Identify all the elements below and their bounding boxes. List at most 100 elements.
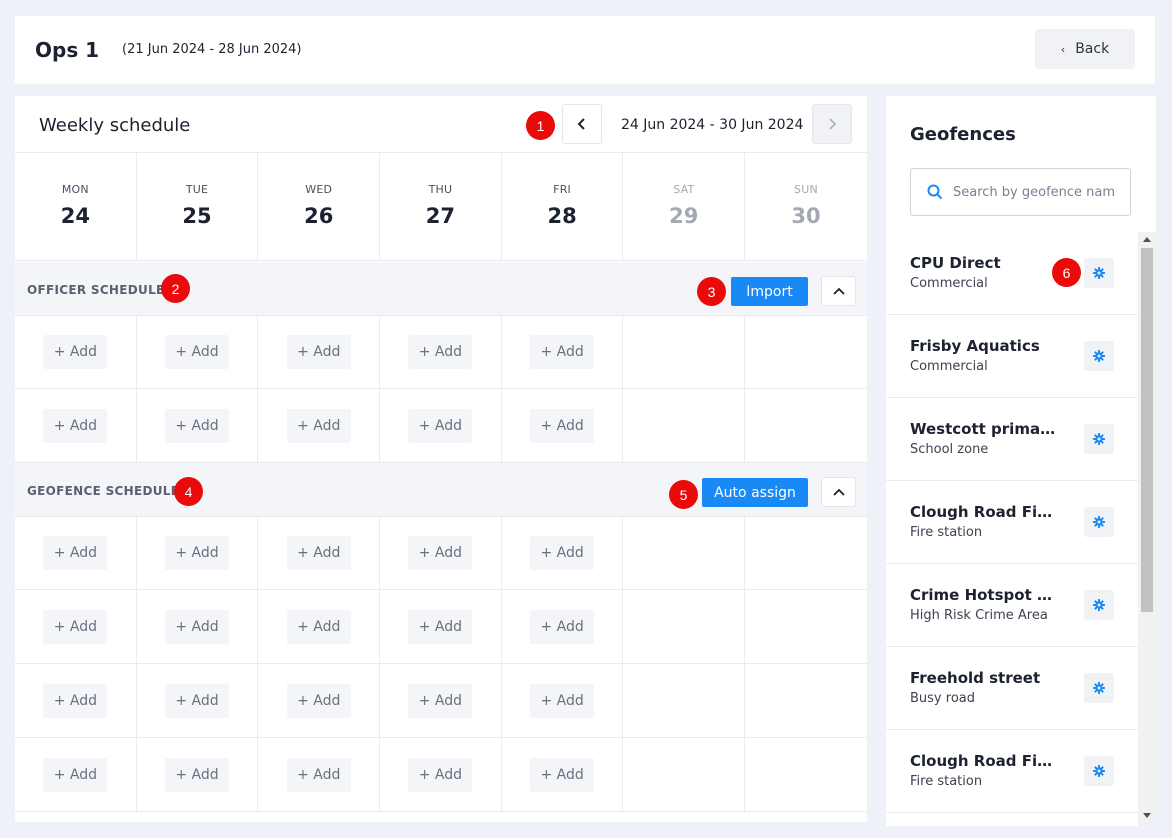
geofence-list-item[interactable]: Crime Hotspot Zo... High Risk Crime Area xyxy=(886,564,1138,647)
chevron-right-icon xyxy=(829,118,837,130)
day-header-sun: SUN 30 xyxy=(745,153,867,260)
add-button[interactable]: + Add xyxy=(530,535,595,570)
add-button[interactable]: + Add xyxy=(286,334,351,369)
officer-schedule-cell: + Add xyxy=(15,315,137,388)
add-button[interactable]: + Add xyxy=(408,683,473,718)
page-title: Ops 1 xyxy=(35,38,100,62)
collapse-geofence-button[interactable] xyxy=(821,477,856,507)
geofence-schedule-row: + Add + Add + Add + Add + Add xyxy=(15,516,867,590)
annotation-marker: 2 xyxy=(161,274,190,303)
weekly-schedule-header: Weekly schedule 24 Jun 2024 - 30 Jun 202… xyxy=(15,96,867,153)
geofence-list-item[interactable]: CPU Direct Commercial xyxy=(886,232,1138,315)
officer-schedule-cell: + Add xyxy=(258,389,381,462)
geofence-list-item[interactable]: Frisby Aquatics Commercial xyxy=(886,315,1138,398)
geofence-type: Fire station xyxy=(910,525,983,540)
geofence-list-item[interactable]: Westcott primary... School zone xyxy=(886,398,1138,481)
geofence-schedule-cell xyxy=(623,516,746,589)
officer-schedule-cell: + Add xyxy=(258,315,381,388)
add-button[interactable]: + Add xyxy=(43,408,108,443)
add-button[interactable]: + Add xyxy=(43,757,108,792)
add-button[interactable]: + Add xyxy=(408,334,473,369)
weekly-schedule-title: Weekly schedule xyxy=(39,115,191,136)
geofence-settings-button[interactable] xyxy=(1084,424,1114,454)
add-button[interactable]: + Add xyxy=(165,535,230,570)
weekly-schedule-panel: Weekly schedule 24 Jun 2024 - 30 Jun 202… xyxy=(15,96,867,822)
scroll-down-icon[interactable] xyxy=(1143,813,1151,818)
add-button[interactable]: + Add xyxy=(408,757,473,792)
add-button[interactable]: + Add xyxy=(165,757,230,792)
add-button[interactable]: + Add xyxy=(408,408,473,443)
gear-icon xyxy=(1093,267,1105,279)
geofence-schedule-cell xyxy=(745,738,867,811)
back-button[interactable]: ‹ Back xyxy=(1035,29,1135,69)
add-button[interactable]: + Add xyxy=(43,535,108,570)
officer-schedule-cell: + Add xyxy=(137,315,259,388)
chevron-up-icon xyxy=(832,488,845,496)
gear-icon xyxy=(1093,433,1105,445)
add-button[interactable]: + Add xyxy=(530,609,595,644)
add-button[interactable]: + Add xyxy=(165,408,230,443)
previous-week-button[interactable] xyxy=(562,104,602,144)
day-name: SAT xyxy=(673,183,695,196)
add-button[interactable]: + Add xyxy=(165,683,230,718)
scroll-up-icon[interactable] xyxy=(1143,237,1151,242)
geofence-settings-button[interactable] xyxy=(1084,590,1114,620)
geofence-type: Commercial xyxy=(910,359,988,374)
add-button[interactable]: + Add xyxy=(165,334,230,369)
geofence-list-item[interactable]: Freehold street Busy road xyxy=(886,647,1138,730)
geofence-settings-button[interactable] xyxy=(1084,756,1114,786)
officer-schedule-cell: + Add xyxy=(502,389,624,462)
day-date: 27 xyxy=(425,204,456,228)
geofence-schedule-cell: + Add xyxy=(258,664,381,737)
geofence-schedule-cell: + Add xyxy=(137,664,259,737)
next-week-button[interactable] xyxy=(812,104,852,144)
geofences-title: Geofences xyxy=(910,124,1016,145)
geofence-list-item[interactable]: Clough Road Fire ... Fire station xyxy=(886,730,1138,813)
geofence-schedule-cell: + Add xyxy=(380,590,502,663)
add-button[interactable]: + Add xyxy=(530,334,595,369)
geofence-settings-button[interactable] xyxy=(1084,341,1114,371)
add-button[interactable]: + Add xyxy=(530,408,595,443)
add-button[interactable]: + Add xyxy=(530,757,595,792)
add-button[interactable]: + Add xyxy=(530,683,595,718)
day-header-sat: SAT 29 xyxy=(623,153,746,260)
collapse-officer-button[interactable] xyxy=(821,276,856,306)
add-button[interactable]: + Add xyxy=(165,609,230,644)
scrollbar-thumb[interactable] xyxy=(1141,248,1153,612)
add-button[interactable]: + Add xyxy=(286,757,351,792)
day-date: 26 xyxy=(304,204,334,228)
geofence-schedule-label: GEOFENCE SCHEDULE xyxy=(27,484,180,498)
geofence-settings-button[interactable] xyxy=(1084,673,1114,703)
gear-icon xyxy=(1093,350,1105,362)
add-button[interactable]: + Add xyxy=(408,609,473,644)
annotation-marker: 4 xyxy=(174,477,203,506)
add-button[interactable]: + Add xyxy=(43,683,108,718)
add-button[interactable]: + Add xyxy=(286,683,351,718)
week-range-label: 24 Jun 2024 - 30 Jun 2024 xyxy=(621,117,804,133)
geofence-schedule-cell: + Add xyxy=(137,738,259,811)
add-button[interactable]: + Add xyxy=(43,609,108,644)
geofence-settings-button[interactable] xyxy=(1084,258,1114,288)
annotation-marker: 3 xyxy=(697,277,726,306)
geofence-schedule-row: + Add + Add + Add + Add + Add xyxy=(15,738,867,812)
import-button[interactable]: Import xyxy=(731,277,808,306)
geofence-settings-button[interactable] xyxy=(1084,507,1114,537)
geofence-schedule-cell: + Add xyxy=(15,664,137,737)
officer-schedule-cell: + Add xyxy=(502,315,624,388)
day-date: 28 xyxy=(547,204,577,228)
geofence-type: School zone xyxy=(910,442,989,457)
geofence-schedule-cell: + Add xyxy=(380,516,502,589)
geofence-name: Freehold street xyxy=(910,669,1041,687)
geofence-search-input[interactable]: Search by geofence nam xyxy=(910,168,1131,216)
add-button[interactable]: + Add xyxy=(408,535,473,570)
day-name: SUN xyxy=(794,183,818,196)
add-button[interactable]: + Add xyxy=(286,408,351,443)
add-button[interactable]: + Add xyxy=(286,535,351,570)
add-button[interactable]: + Add xyxy=(286,609,351,644)
auto-assign-button[interactable]: Auto assign xyxy=(702,478,808,507)
geofence-schedule-cell: + Add xyxy=(380,664,502,737)
geofence-list-item[interactable]: Clough Road Fire ... Fire station xyxy=(886,481,1138,564)
geofence-schedule-cell: + Add xyxy=(15,590,137,663)
add-button[interactable]: + Add xyxy=(43,334,108,369)
geofence-scrollbar[interactable] xyxy=(1138,232,1156,826)
